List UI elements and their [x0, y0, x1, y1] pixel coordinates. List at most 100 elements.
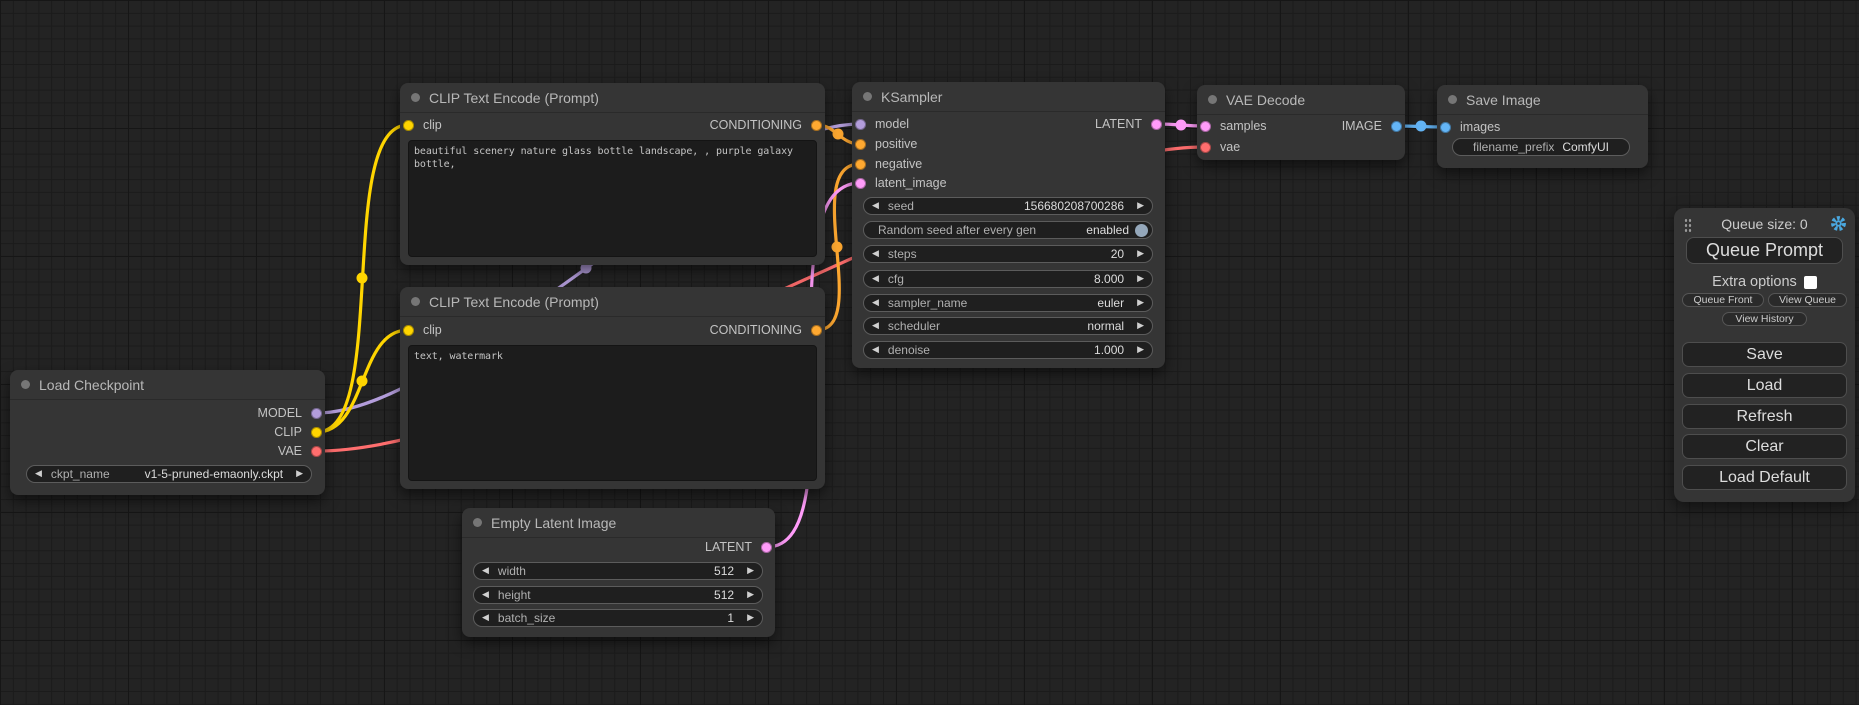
input-port-model[interactable]: [855, 119, 866, 130]
output-label: CLIP: [274, 425, 302, 439]
increment-arrow-icon[interactable]: ▶: [1137, 346, 1144, 355]
input-label: clip: [423, 323, 442, 337]
node-title-bar[interactable]: Empty Latent Image: [462, 508, 775, 538]
queue-front-button[interactable]: Queue Front: [1682, 293, 1764, 307]
output-port-latent[interactable]: [761, 542, 772, 553]
input-port-samples[interactable]: [1200, 121, 1211, 132]
node-collapse-dot[interactable]: [411, 297, 420, 306]
save-button[interactable]: Save: [1682, 342, 1847, 367]
node-title: CLIP Text Encode (Prompt): [429, 90, 599, 106]
widget-label: scheduler: [888, 319, 940, 333]
decrement-arrow-icon[interactable]: ◀: [872, 322, 879, 331]
increment-arrow-icon[interactable]: ▶: [747, 614, 754, 623]
increment-arrow-icon[interactable]: ▶: [747, 591, 754, 600]
load-default-button[interactable]: Load Default: [1682, 465, 1847, 490]
widget-label: denoise: [888, 343, 930, 357]
widget-width[interactable]: ◀ width 512 ▶: [473, 562, 763, 580]
widget-label: height: [498, 588, 531, 602]
input-port-negative[interactable]: [855, 159, 866, 170]
toggle-enabled-dot[interactable]: [1135, 224, 1148, 237]
settings-gear-icon[interactable]: [1830, 215, 1847, 237]
widget-height[interactable]: ◀ height 512 ▶: [473, 586, 763, 604]
node-vae-decode[interactable]: VAE Decode samples vae IMAGE: [1197, 85, 1405, 160]
input-port-images[interactable]: [1440, 122, 1451, 133]
widget-value: normal: [1087, 319, 1124, 333]
decrement-arrow-icon[interactable]: ◀: [872, 202, 879, 211]
view-queue-button[interactable]: View Queue: [1768, 293, 1847, 307]
input-slot-samples: samples: [1197, 116, 1267, 136]
node-title-bar[interactable]: CLIP Text Encode (Prompt): [400, 287, 825, 317]
node-clip-text-encode-positive[interactable]: CLIP Text Encode (Prompt) clip CONDITION…: [400, 83, 825, 265]
decrement-arrow-icon[interactable]: ◀: [872, 299, 879, 308]
widget-cfg[interactable]: ◀ cfg 8.000 ▶: [863, 270, 1153, 288]
increment-arrow-icon[interactable]: ▶: [296, 470, 303, 479]
widget-ckpt-name[interactable]: ◀ ckpt_name v1-5-pruned-emaonly.ckpt ▶: [26, 465, 312, 483]
decrement-arrow-icon[interactable]: ◀: [482, 567, 489, 576]
clear-button[interactable]: Clear: [1682, 434, 1847, 459]
node-collapse-dot[interactable]: [863, 92, 872, 101]
input-port-vae[interactable]: [1200, 142, 1211, 153]
decrement-arrow-icon[interactable]: ◀: [482, 614, 489, 623]
widget-filename-prefix[interactable]: filename_prefix ComfyUI: [1452, 138, 1630, 156]
widget-seed[interactable]: ◀ seed 156680208700286 ▶: [863, 197, 1153, 215]
prompt-textarea[interactable]: text, watermark: [408, 345, 817, 481]
input-slot-negative: negative: [852, 154, 922, 174]
increment-arrow-icon[interactable]: ▶: [1137, 202, 1144, 211]
decrement-arrow-icon[interactable]: ◀: [482, 591, 489, 600]
widget-batch-size[interactable]: ◀ batch_size 1 ▶: [473, 609, 763, 627]
node-collapse-dot[interactable]: [21, 380, 30, 389]
prompt-textarea[interactable]: beautiful scenery nature glass bottle la…: [408, 140, 817, 257]
widget-sampler-name[interactable]: ◀ sampler_name euler ▶: [863, 294, 1153, 312]
output-slot-vae: VAE: [278, 441, 325, 461]
load-button[interactable]: Load: [1682, 373, 1847, 398]
increment-arrow-icon[interactable]: ▶: [747, 567, 754, 576]
output-port-vae[interactable]: [311, 446, 322, 457]
node-title-bar[interactable]: KSampler: [852, 82, 1165, 112]
decrement-arrow-icon[interactable]: ◀: [872, 346, 879, 355]
increment-arrow-icon[interactable]: ▶: [1137, 299, 1144, 308]
input-port-clip[interactable]: [403, 120, 414, 131]
node-empty-latent-image[interactable]: Empty Latent Image LATENT ◀ width 512 ▶ …: [462, 508, 775, 637]
node-title-bar[interactable]: CLIP Text Encode (Prompt): [400, 83, 825, 113]
output-port-latent[interactable]: [1151, 119, 1162, 130]
input-port-clip[interactable]: [403, 325, 414, 336]
decrement-arrow-icon[interactable]: ◀: [872, 250, 879, 259]
increment-arrow-icon[interactable]: ▶: [1137, 250, 1144, 259]
widget-label: width: [498, 564, 526, 578]
node-collapse-dot[interactable]: [1208, 95, 1217, 104]
refresh-button[interactable]: Refresh: [1682, 404, 1847, 429]
output-slot-model: MODEL: [258, 403, 325, 423]
input-port-latent-image[interactable]: [855, 178, 866, 189]
node-title-bar[interactable]: Load Checkpoint: [10, 370, 325, 400]
widget-value: 156680208700286: [1024, 199, 1124, 213]
node-title-bar[interactable]: VAE Decode: [1197, 85, 1405, 115]
node-load-checkpoint[interactable]: Load Checkpoint MODEL CLIP VAE ◀ ckpt_na…: [10, 370, 325, 495]
output-port-image[interactable]: [1391, 121, 1402, 132]
queue-prompt-button[interactable]: Queue Prompt: [1686, 237, 1843, 264]
node-ksampler[interactable]: KSampler model positive negative latent_…: [852, 82, 1165, 368]
node-collapse-dot[interactable]: [473, 518, 482, 527]
output-port-conditioning[interactable]: [811, 325, 822, 336]
decrement-arrow-icon[interactable]: ◀: [35, 470, 42, 479]
input-port-positive[interactable]: [855, 139, 866, 150]
node-collapse-dot[interactable]: [1448, 95, 1457, 104]
node-title-bar[interactable]: Save Image: [1437, 85, 1648, 115]
widget-value: 8.000: [1094, 272, 1124, 286]
increment-arrow-icon[interactable]: ▶: [1137, 275, 1144, 284]
node-clip-text-encode-negative[interactable]: CLIP Text Encode (Prompt) clip CONDITION…: [400, 287, 825, 489]
widget-random-seed-toggle[interactable]: Random seed after every gen enabled: [863, 221, 1153, 239]
increment-arrow-icon[interactable]: ▶: [1137, 322, 1144, 331]
decrement-arrow-icon[interactable]: ◀: [872, 275, 879, 284]
output-port-clip[interactable]: [311, 427, 322, 438]
widget-scheduler[interactable]: ◀ scheduler normal ▶: [863, 317, 1153, 335]
node-collapse-dot[interactable]: [411, 93, 420, 102]
widget-denoise[interactable]: ◀ denoise 1.000 ▶: [863, 341, 1153, 359]
node-save-image[interactable]: Save Image images filename_prefix ComfyU…: [1437, 85, 1648, 168]
node-title: Load Checkpoint: [39, 377, 144, 393]
output-port-conditioning[interactable]: [811, 120, 822, 131]
output-port-model[interactable]: [311, 408, 322, 419]
extra-options-checkbox[interactable]: [1804, 276, 1817, 289]
view-history-button[interactable]: View History: [1722, 312, 1807, 326]
widget-steps[interactable]: ◀ steps 20 ▶: [863, 245, 1153, 263]
input-label: positive: [875, 137, 917, 151]
